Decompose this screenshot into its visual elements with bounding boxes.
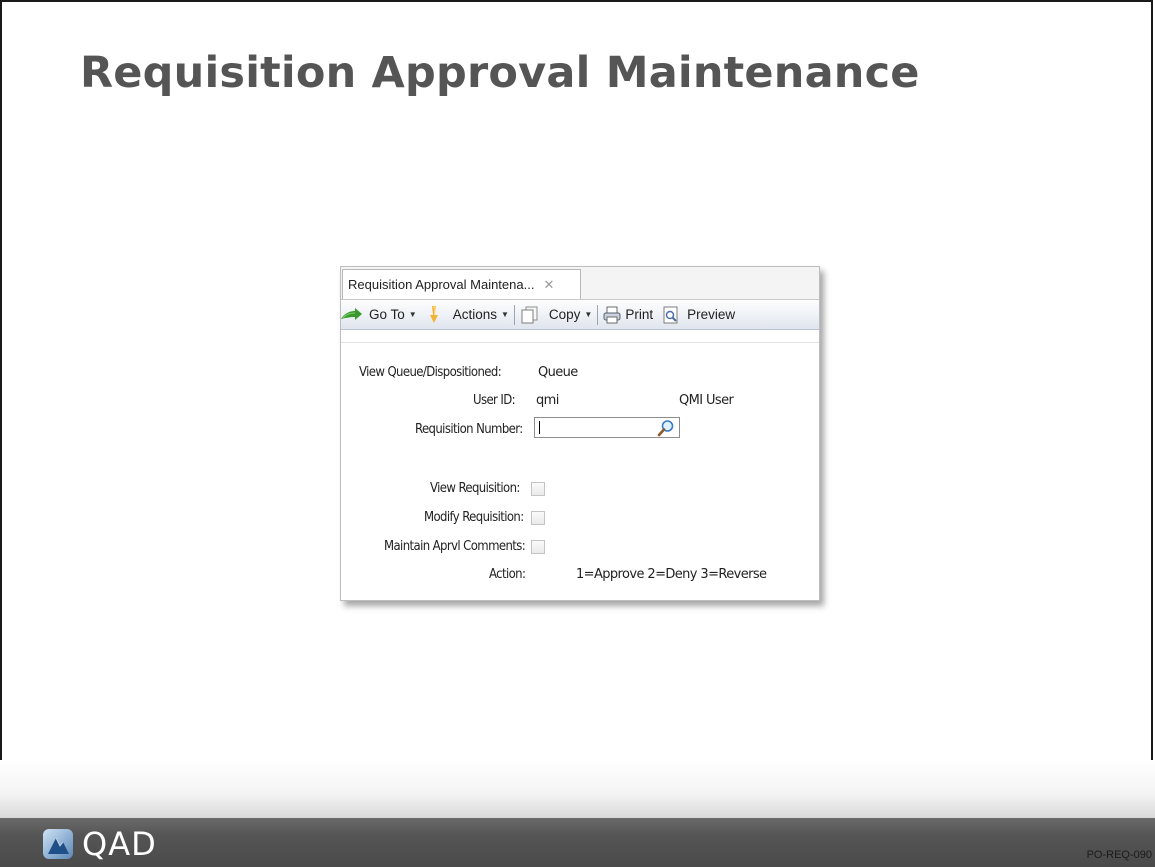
print-button[interactable]: Print [603,306,653,324]
qad-logo: QAD [42,828,157,860]
actions-label: Actions [452,307,497,322]
print-label: Print [625,307,654,322]
tab-strip: Requisition Approval Maintena... ✕ [341,267,819,300]
toolbar: Go To ▼ Actions ▼ Copy ▼ Print Preview [341,300,819,330]
tab-label: Requisition Approval Maintena... [348,277,535,292]
preview-icon [663,306,679,324]
copy-button[interactable]: Copy ▼ [520,306,592,324]
toolbar-separator [513,304,515,325]
maintain-comments-label: Maintain Aprvl Comments: [384,539,526,554]
modify-requisition-checkbox[interactable] [531,511,545,525]
goto-button[interactable]: Go To ▼ [341,307,417,322]
action-label: Action: [489,567,526,582]
close-icon[interactable]: ✕ [543,277,554,293]
view-queue-value: Queue [538,365,578,380]
actions-button[interactable]: Actions ▼ [429,305,509,324]
slide-code: PO-REQ-090 [1086,849,1152,861]
preview-label: Preview [687,307,736,322]
actions-icon [429,305,439,324]
search-icon[interactable] [657,419,675,437]
maintain-comments-checkbox[interactable] [531,540,545,554]
toolbar-separator [597,304,599,325]
preview-button[interactable]: Preview [663,306,735,324]
view-queue-label: View Queue/Dispositioned: [359,365,502,380]
text-caret [539,421,540,434]
chevron-down-icon: ▼ [500,310,509,319]
view-requisition-checkbox[interactable] [531,482,545,496]
app-window: Requisition Approval Maintena... ✕ Go To… [340,266,820,601]
footer-bar [0,818,1155,867]
view-requisition-label: View Requisition: [430,481,520,496]
modify-requisition-label: Modify Requisition: [424,510,524,525]
goto-arrow-icon [341,307,363,322]
goto-label: Go To [369,307,405,322]
footer-gradient [0,760,1155,818]
user-id-label: User ID: [473,393,516,408]
divider [341,342,819,343]
copy-label: Copy [548,307,581,322]
print-icon [603,306,621,324]
slide-title: Requisition Approval Maintenance [80,48,920,98]
tab-requisition-approval[interactable]: Requisition Approval Maintena... ✕ [342,269,581,299]
chevron-down-icon: ▼ [408,310,417,319]
brand-name: QAD [82,825,157,863]
requisition-number-input[interactable] [534,417,680,438]
qad-logo-icon [42,828,74,860]
copy-icon [520,306,540,324]
requisition-number-label: Requisition Number: [415,422,523,437]
action-hint: 1=Approve 2=Deny 3=Reverse [576,567,767,582]
chevron-down-icon: ▼ [584,310,593,319]
user-id-value: qmi [536,393,559,408]
user-name-value: QMI User [679,393,734,408]
